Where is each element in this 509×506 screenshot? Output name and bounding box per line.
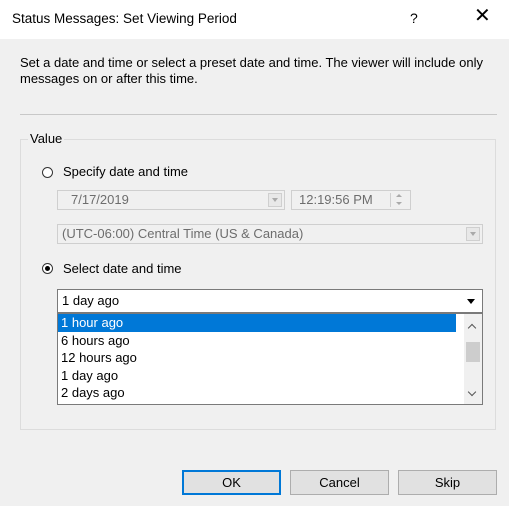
cancel-button[interactable]: Cancel — [290, 470, 389, 495]
time-value: 12:19:56 PM — [299, 192, 373, 207]
list-item[interactable]: 2 days ago — [58, 384, 456, 402]
list-item[interactable]: 12 hours ago — [58, 349, 456, 367]
list-scrollbar[interactable] — [464, 314, 482, 404]
close-icon[interactable]: ✕ — [474, 6, 491, 26]
instructions-text: Set a date and time or select a preset d… — [20, 55, 483, 86]
preset-current-value: 1 day ago — [62, 293, 120, 308]
scroll-up-icon[interactable] — [467, 323, 477, 333]
help-icon[interactable]: ? — [410, 10, 418, 26]
specify-date-time-label[interactable]: Specify date and time — [63, 164, 188, 179]
time-picker[interactable]: 12:19:56 PM — [291, 190, 411, 210]
chevron-down-icon[interactable] — [466, 227, 480, 241]
scroll-down-icon[interactable] — [467, 387, 477, 397]
preset-dropdown-list[interactable]: 1 hour ago 6 hours ago 12 hours ago 1 da… — [57, 313, 483, 405]
select-date-time-radio[interactable] — [42, 263, 53, 274]
chevron-down-icon[interactable] — [268, 193, 282, 207]
list-item[interactable]: 6 hours ago — [58, 332, 456, 350]
preset-combobox[interactable]: 1 day ago — [57, 289, 483, 313]
scroll-thumb[interactable] — [466, 342, 480, 362]
specify-date-time-radio[interactable] — [42, 167, 53, 178]
separator — [20, 114, 497, 115]
window-title: Status Messages: Set Viewing Period — [12, 11, 237, 26]
timezone-select[interactable]: (UTC-06:00) Central Time (US & Canada) — [57, 224, 483, 244]
title-bar: Status Messages: Set Viewing Period ? ✕ — [0, 0, 509, 39]
time-spinner[interactable] — [390, 193, 408, 207]
skip-button[interactable]: Skip — [398, 470, 497, 495]
chevron-down-icon[interactable] — [463, 292, 480, 310]
date-value: 7/17/2019 — [71, 192, 129, 207]
list-item[interactable]: 1 day ago — [58, 367, 456, 385]
value-group-label: Value — [28, 131, 65, 146]
select-date-time-label[interactable]: Select date and time — [63, 261, 182, 276]
date-picker[interactable]: 7/17/2019 — [57, 190, 285, 210]
spin-up-icon[interactable] — [396, 194, 402, 197]
list-item[interactable]: 1 hour ago — [58, 314, 456, 332]
timezone-value: (UTC-06:00) Central Time (US & Canada) — [62, 226, 304, 241]
spin-down-icon[interactable] — [396, 202, 402, 205]
ok-button[interactable]: OK — [182, 470, 281, 495]
